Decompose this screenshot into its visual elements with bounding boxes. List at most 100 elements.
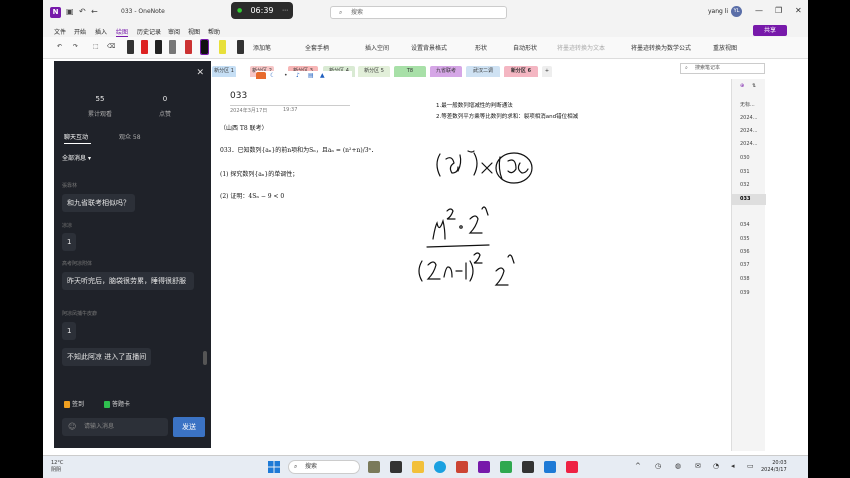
minimize-icon[interactable]: — — [755, 6, 763, 15]
select-icon[interactable]: ⬚ — [93, 43, 99, 50]
undo-icon[interactable]: ↶ — [79, 7, 86, 16]
ink-to-math-button[interactable]: 将墨迹转换为数学公式 — [631, 43, 691, 52]
pen-selected-icon[interactable] — [200, 39, 209, 55]
search-icon: ⌕ — [685, 65, 688, 71]
pen-extra-icon[interactable] — [237, 40, 244, 54]
page-list-item[interactable]: 039 — [740, 290, 750, 296]
emoji-icon[interactable]: ☺ — [68, 418, 76, 436]
pen-crimson-icon[interactable] — [185, 40, 192, 54]
battery-icon[interactable]: ▭ — [747, 463, 754, 470]
page-list-item[interactable]: 2024... — [740, 115, 758, 121]
wifi-icon[interactable]: ◔ — [713, 463, 719, 470]
search-input[interactable]: ⌕ 搜索 — [330, 6, 507, 19]
taskbar-search-input[interactable]: ⌕ 搜索 — [288, 460, 360, 474]
app-icon[interactable] — [500, 461, 512, 473]
page-list-item[interactable]: 2024... — [740, 128, 758, 134]
pen-red-icon[interactable] — [141, 40, 148, 54]
pen-gray-icon[interactable] — [169, 40, 176, 54]
user-name[interactable]: yang li — [708, 8, 728, 15]
checkin-button[interactable]: 签到 — [64, 399, 84, 408]
tray-icon[interactable]: ◷ — [655, 463, 661, 470]
close-icon[interactable]: ✕ — [196, 68, 204, 78]
menu-insert[interactable]: 插入 — [95, 27, 107, 36]
section-tab[interactable]: 武汉二调 — [466, 66, 500, 77]
windows-start-icon[interactable] — [268, 461, 280, 473]
page-list-item[interactable]: 031 — [740, 169, 750, 175]
scrollbar[interactable] — [203, 351, 207, 365]
pen-dark-icon[interactable] — [155, 40, 162, 54]
chat-message-input[interactable]: ☺ 请输入消息 — [62, 418, 168, 436]
page-list-item[interactable]: 032 — [740, 182, 750, 188]
page-list-item[interactable]: 034 — [740, 222, 750, 228]
app-icon[interactable] — [544, 461, 556, 473]
add-page-icon[interactable]: ⊕ — [740, 83, 744, 89]
page-list-item[interactable]: 038 — [740, 276, 750, 282]
edge-icon[interactable] — [434, 461, 446, 473]
shapes-button[interactable]: 形状 — [475, 43, 487, 52]
answer-card-button[interactable]: 答题卡 — [104, 399, 130, 408]
page-list-item[interactable]: 无标... — [740, 101, 755, 108]
weather-widget[interactable]: 12°C 阴阴 — [51, 460, 63, 474]
undo-button-icon[interactable]: ↶ — [57, 43, 62, 50]
app-icon[interactable] — [368, 461, 380, 473]
app-icon[interactable] — [456, 461, 468, 473]
onenote-taskbar-icon[interactable] — [478, 461, 490, 473]
maximize-icon[interactable]: ❐ — [775, 6, 782, 15]
add-section-icon[interactable]: + — [542, 66, 552, 77]
page-list-item[interactable]: 2024... — [740, 141, 758, 147]
redo-button-icon[interactable]: ↷ — [73, 43, 78, 50]
section-tab-active[interactable]: 新分区 6 — [504, 66, 538, 77]
notebook-search-input[interactable]: ⌕ 搜索笔记本 — [680, 63, 765, 74]
volume-icon[interactable]: ◂ — [731, 463, 735, 470]
menu-view[interactable]: 视图 — [188, 27, 200, 36]
message-filter-dropdown[interactable]: 全部消息 ▾ — [62, 153, 91, 162]
avatar[interactable]: YL — [731, 6, 742, 17]
back-icon[interactable]: ← — [91, 7, 98, 16]
menu-help[interactable]: 帮助 — [208, 27, 220, 36]
tray-icon[interactable]: ✉ — [695, 463, 701, 470]
highlighter-yellow-icon[interactable] — [219, 40, 226, 54]
replay-button[interactable]: 重放视图 — [713, 43, 737, 52]
section-tab[interactable]: 九省联考 — [430, 66, 462, 77]
insert-space-button[interactable]: 插入空间 — [365, 43, 389, 52]
more-icon[interactable]: ⋯ — [282, 2, 288, 19]
pen-black-icon[interactable] — [127, 40, 134, 54]
recording-timer[interactable]: ● 06:39 ⋯ — [231, 2, 293, 19]
tab-chat[interactable]: 聊天互动 — [64, 132, 88, 141]
tray-chevron-icon[interactable]: ^ — [635, 463, 641, 470]
page-list-item[interactable]: 035 — [740, 236, 750, 242]
save-icon[interactable]: ▣ — [66, 7, 74, 16]
share-button[interactable]: 共享 — [753, 25, 787, 36]
page-list-item[interactable]: 036 — [740, 249, 750, 255]
menu-review[interactable]: 审阅 — [168, 27, 180, 36]
menu-home[interactable]: 开始 — [74, 27, 86, 36]
section-tab[interactable]: 新分区 1 — [212, 66, 236, 77]
app-icon[interactable] — [522, 461, 534, 473]
auto-shape-button[interactable]: 自动形状 — [513, 43, 537, 52]
tab-audience[interactable]: 观众 58 — [119, 132, 141, 141]
app-icon[interactable] — [566, 461, 578, 473]
background-button[interactable]: 设置背景格式 — [411, 43, 447, 52]
tray-icon[interactable]: ◍ — [675, 463, 681, 470]
note-page[interactable]: 033 2024年3月17日 19:37 （山西 T8 联考） 033．已知数列… — [168, 79, 768, 449]
close-icon[interactable]: ✕ — [795, 6, 802, 15]
menu-draw[interactable]: 绘图 — [116, 27, 129, 37]
task-view-icon[interactable] — [390, 461, 402, 473]
section-tab[interactable]: 新分区 5 — [358, 66, 390, 77]
clock-time: 20:03 — [772, 460, 787, 466]
search-placeholder: 搜索 — [351, 9, 364, 16]
menu-history[interactable]: 历史记录 — [137, 27, 161, 36]
ruler-button[interactable]: 全套手柄 — [305, 43, 329, 52]
page-list-item[interactable]: 037 — [740, 262, 750, 268]
page-list-item[interactable]: 030 — [740, 155, 750, 161]
sort-icon[interactable]: ⇅ — [752, 83, 756, 89]
eraser-icon[interactable]: ⌫ — [107, 43, 115, 50]
menu-file[interactable]: 文件 — [54, 27, 66, 36]
clock[interactable]: 20:03 2024/3/17 — [761, 460, 787, 474]
page-list-item-selected[interactable]: 033 — [740, 196, 750, 202]
section-tab[interactable]: T8 — [394, 66, 426, 77]
send-button[interactable]: 发送 — [173, 417, 205, 437]
file-explorer-icon[interactable] — [412, 461, 424, 473]
add-pen-button[interactable]: 添加笔 — [253, 43, 271, 52]
ink-to-text-button[interactable]: 将墨迹转换为文本 — [557, 43, 605, 52]
